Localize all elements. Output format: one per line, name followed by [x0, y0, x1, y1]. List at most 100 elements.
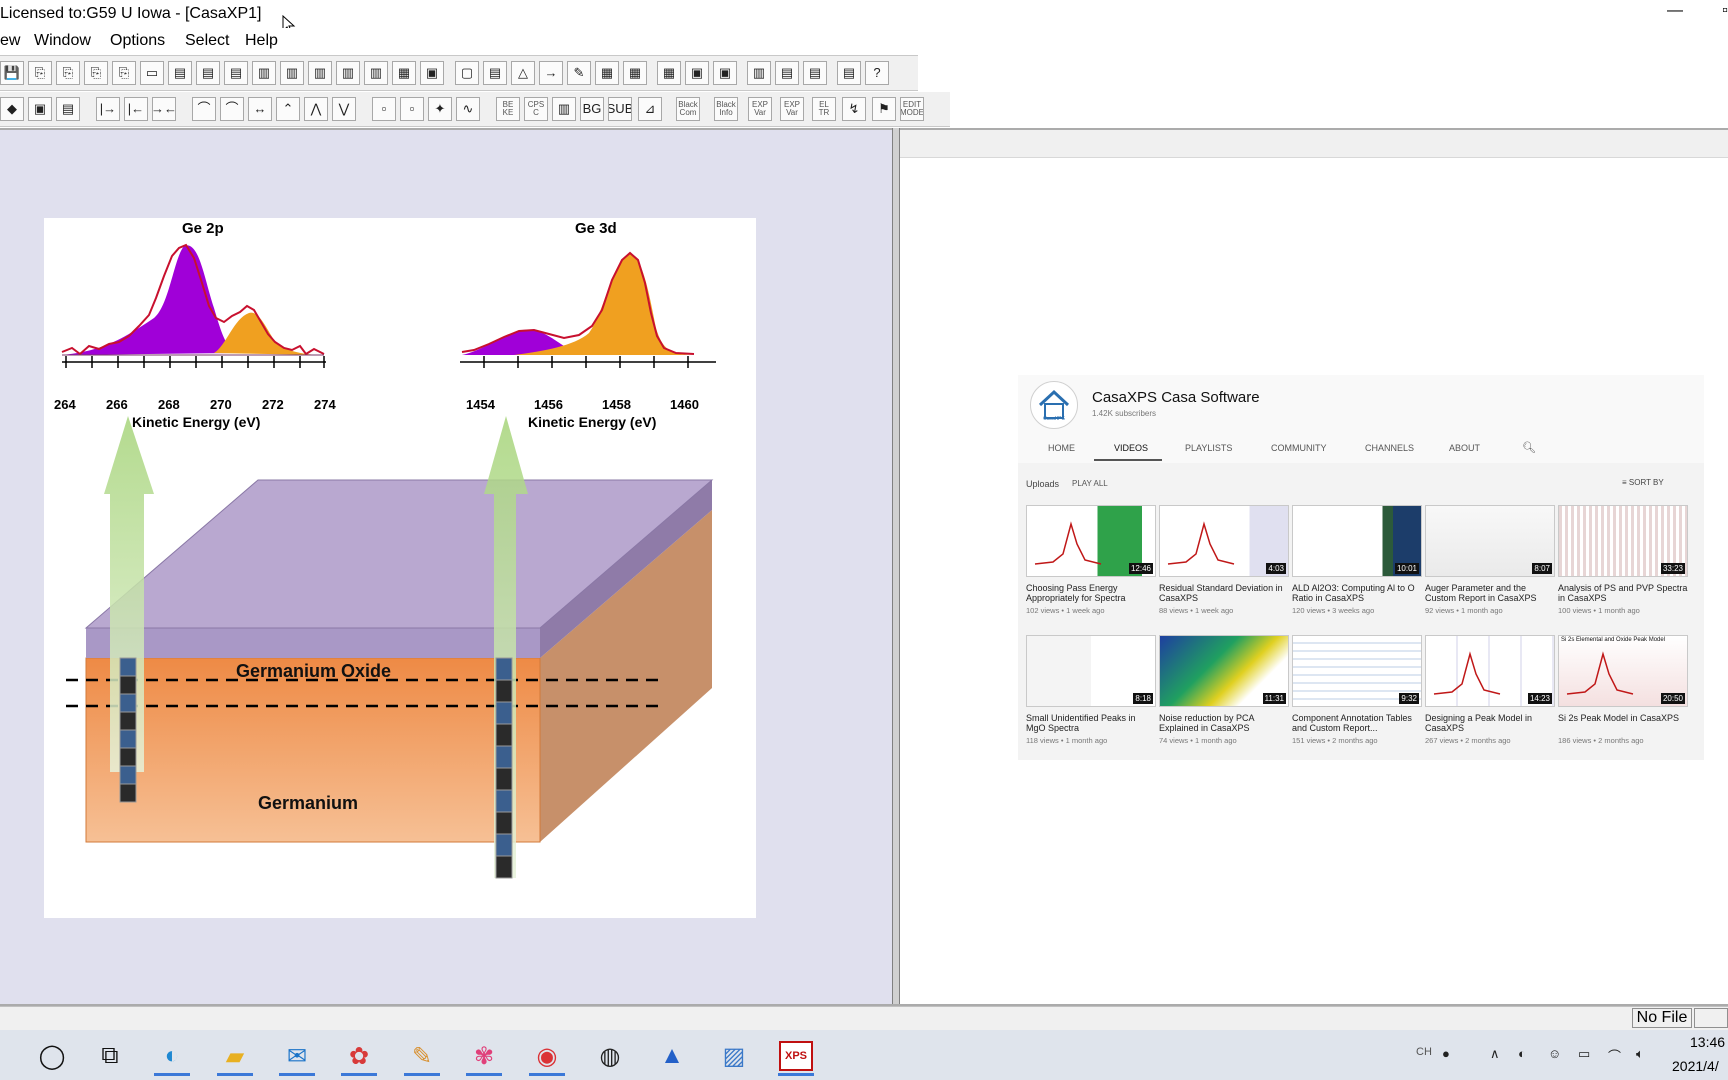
video-card[interactable]: 11:31 Noise reduction by PCA Explained in… [1159, 635, 1289, 745]
play-all-button[interactable]: PLAY ALL [1072, 479, 1108, 488]
toolbar-tile-icon[interactable]: ▤ [483, 61, 507, 85]
wifi-icon[interactable]: ⌒ [1608, 1046, 1621, 1065]
toolbar-report-4-icon[interactable]: ▥ [252, 61, 276, 85]
toolbar2-button-18[interactable]: ▥ [552, 97, 576, 121]
toolbar2-button-25[interactable]: EXP Var [780, 97, 804, 121]
video-card[interactable]: 14:23 Designing a Peak Model in CasaXPS 26… [1425, 635, 1555, 745]
video-thumbnail[interactable]: 33:23 [1558, 505, 1688, 577]
toolbar2-button-7[interactable]: ⌒ [220, 97, 244, 121]
tab-about[interactable]: ABOUT [1449, 443, 1480, 453]
video-title[interactable]: Small Unidentified Peaks in MgO Spectra [1026, 713, 1156, 733]
toolbar-report-5-icon[interactable]: ▥ [280, 61, 304, 85]
toolbar-preview-icon[interactable]: ▤ [803, 61, 827, 85]
video-card[interactable]: 8:07 Auger Parameter and the Custom Repor… [1425, 505, 1555, 615]
tab-home[interactable]: HOME [1048, 443, 1075, 453]
toolbar2-button-21[interactable]: ⊿ [638, 97, 662, 121]
toolbar-copy-icon[interactable]: ⎘ [28, 61, 52, 85]
video-thumbnail[interactable]: 12:46 [1026, 505, 1156, 577]
toolbar-report-1-icon[interactable]: ▤ [168, 61, 192, 85]
toolbar2-button-10[interactable]: ⋀ [304, 97, 328, 121]
toolbar2-button-17[interactable]: CPS C [524, 97, 548, 121]
tab-community[interactable]: COMMUNITY [1271, 443, 1327, 453]
qq-icon[interactable]: ☺ [1548, 1046, 1561, 1061]
toolbar-copy-2-icon[interactable]: ⎘ [56, 61, 80, 85]
battery-icon[interactable]: ▭ [1578, 1046, 1590, 1062]
toolbar-save-icon[interactable]: 💾 [0, 61, 24, 85]
tab-channels[interactable]: CHANNELS [1365, 443, 1414, 453]
toolbar2-button-28[interactable]: ⚑ [872, 97, 896, 121]
video-title[interactable]: Analysis of PS and PVP Spectra in CasaXP… [1558, 583, 1688, 603]
video-card[interactable]: 12:46 Choosing Pass Energy Appropriately … [1026, 505, 1156, 615]
taskbar-photos-icon[interactable]: ▨ [712, 1036, 756, 1076]
toolbar-window-icon[interactable]: ▢ [455, 61, 479, 85]
video-card[interactable]: Si 2s Elemental and Oxide Peak Model 20:5… [1558, 635, 1688, 745]
toolbar-calc-icon[interactable]: ▦ [623, 61, 647, 85]
toolbar2-button-3[interactable]: |→ [96, 97, 120, 121]
toolbar2-button-23[interactable]: Black Info [714, 97, 738, 121]
toolbar-clipboard-2-icon[interactable]: ▣ [713, 61, 737, 85]
toolbar-copy-3-icon[interactable]: ⎘ [84, 61, 108, 85]
toolbar-print-icon[interactable]: ▤ [775, 61, 799, 85]
toolbar-pencil-icon[interactable]: ✎ [567, 61, 591, 85]
video-card[interactable]: 9:32 Component Annotation Tables and Cust… [1292, 635, 1422, 745]
toolbar-annotate-icon[interactable]: ▥ [747, 61, 771, 85]
clock-time[interactable]: 13:46 [1690, 1034, 1725, 1050]
app-tray-icon[interactable]: ◐ [1518, 1046, 1526, 1061]
video-card[interactable]: 8:18 Small Unidentified Peaks in MgO Spec… [1026, 635, 1156, 745]
toolbar-help-icon[interactable]: ▤ [837, 61, 861, 85]
ime-indicator[interactable]: CH [1416, 1046, 1432, 1058]
search-icon[interactable]: 🔍︎ [1522, 441, 1536, 454]
video-title[interactable]: Si 2s Peak Model in CasaXPS [1558, 713, 1688, 733]
toolbar-library-icon[interactable]: ▦ [595, 61, 619, 85]
toolbar-report-8-icon[interactable]: ▥ [364, 61, 388, 85]
toolbar-arrow-icon[interactable]: → [539, 61, 563, 85]
tab-videos[interactable]: VIDEOS [1114, 443, 1148, 453]
toolbar-print-setup-icon[interactable]: ▣ [685, 61, 709, 85]
toolbar2-button-1[interactable]: ▣ [28, 97, 52, 121]
toolbar2-button-12[interactable]: ▫ [372, 97, 396, 121]
video-thumbnail[interactable]: 14:23 [1425, 635, 1555, 707]
language-icon[interactable]: ● [1442, 1046, 1450, 1061]
toolbar2-button-11[interactable]: ⋁ [332, 97, 356, 121]
taskbar-app-blue-icon[interactable]: ▲ [650, 1036, 694, 1076]
toolbar2-button-29[interactable]: EDIT MODE [900, 97, 924, 121]
video-title[interactable]: Auger Parameter and the Custom Report in… [1425, 583, 1555, 603]
toolbar2-button-14[interactable]: ✦ [428, 97, 452, 121]
toolbar2-button-15[interactable]: ∿ [456, 97, 480, 121]
toolbar2-button-5[interactable]: →← [152, 97, 176, 121]
pane-splitter[interactable] [892, 128, 900, 1004]
toolbar2-button-20[interactable]: SUB [608, 97, 632, 121]
video-card[interactable]: 4:03 Residual Standard Deviation in CasaX… [1159, 505, 1289, 615]
video-thumbnail[interactable]: 8:18 [1026, 635, 1156, 707]
toolbar-report-2-icon[interactable]: ▤ [196, 61, 220, 85]
video-thumbnail[interactable]: 8:07 [1425, 505, 1555, 577]
video-title[interactable]: Component Annotation Tables and Custom R… [1292, 713, 1422, 733]
taskbar-app-pink-icon[interactable]: ✾ [462, 1036, 506, 1076]
toolbar2-button-9[interactable]: ⌃ [276, 97, 300, 121]
channel-logo[interactable]: CasaXPS [1030, 381, 1078, 429]
toolbar2-button-8[interactable]: ↔ [248, 97, 272, 121]
menu-options[interactable]: Options [110, 32, 165, 50]
tab-playlists[interactable]: PLAYLISTS [1185, 443, 1232, 453]
video-thumbnail[interactable]: 9:32 [1292, 635, 1422, 707]
toolbar-iso-icon[interactable]: ▦ [392, 61, 416, 85]
video-thumbnail[interactable]: 4:03 [1159, 505, 1289, 577]
clock-date[interactable]: 2021/4/ [1672, 1058, 1719, 1074]
menu-help[interactable]: Help [245, 32, 278, 50]
taskbar-file-explorer-icon[interactable]: ▰ [213, 1036, 257, 1076]
taskbar-task-view-icon[interactable]: ⧉ [88, 1036, 132, 1076]
minimize-button[interactable]: — [1660, 2, 1690, 20]
taskbar-search-circle-icon[interactable]: ◯ [30, 1036, 74, 1076]
toolbar2-button-4[interactable]: |← [124, 97, 148, 121]
toolbar-copy-4-icon[interactable]: ⎘ [112, 61, 136, 85]
toolbar2-button-16[interactable]: BE KE [496, 97, 520, 121]
toolbar-page-icon[interactable]: ▭ [140, 61, 164, 85]
chevron-up-icon[interactable]: ∧ [1490, 1046, 1500, 1062]
toolbar2-button-2[interactable]: ▤ [56, 97, 80, 121]
video-thumbnail[interactable]: 11:31 [1159, 635, 1289, 707]
video-title[interactable]: Designing a Peak Model in CasaXPS [1425, 713, 1555, 733]
menu-select[interactable]: Select [185, 32, 229, 50]
toolbar2-button-24[interactable]: EXP Var [748, 97, 772, 121]
video-title[interactable]: ALD Al2O3: Computing Al to O Ratio in Ca… [1292, 583, 1422, 603]
video-card[interactable]: 10:01 ALD Al2O3: Computing Al to O Ratio … [1292, 505, 1422, 615]
